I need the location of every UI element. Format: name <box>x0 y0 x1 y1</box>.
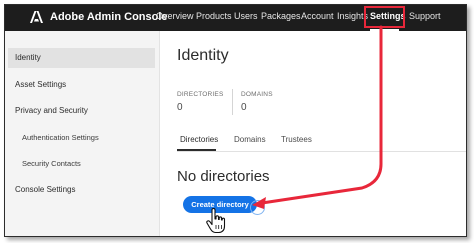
sidebar: Identity Asset Settings Privacy and Secu… <box>5 31 160 236</box>
page-title: Identity <box>177 47 229 64</box>
nav-account[interactable]: Account <box>301 11 334 21</box>
sidebar-item-identity[interactable]: Identity <box>8 48 155 68</box>
sidebar-item-console-settings[interactable]: Console Settings <box>5 185 155 194</box>
settings-highlight-box <box>364 6 405 28</box>
nav-users[interactable]: Users <box>234 11 258 21</box>
sidebar-item-asset-settings[interactable]: Asset Settings <box>5 80 155 89</box>
directories-count-value: 0 <box>177 102 183 113</box>
domains-count-value: 0 <box>241 102 247 113</box>
top-bar: Adobe Admin Console Overview Products Us… <box>5 5 466 31</box>
domains-count-label: DOMAINS <box>241 91 273 98</box>
nav-packages[interactable]: Packages <box>261 11 301 21</box>
nav-products[interactable]: Products <box>196 11 232 21</box>
sidebar-item-privacy-and-security[interactable]: Privacy and Security <box>5 106 155 115</box>
tabs-divider <box>177 151 466 152</box>
tab-directories[interactable]: Directories <box>180 135 218 144</box>
nav-support[interactable]: Support <box>409 11 441 21</box>
hand-cursor-icon <box>206 208 226 234</box>
sidebar-item-authentication-settings[interactable]: Authentication Settings <box>5 133 155 142</box>
nav-overview[interactable]: Overview <box>156 11 194 21</box>
adobe-logo-icon[interactable] <box>30 11 43 23</box>
tab-domains[interactable]: Domains <box>234 135 266 144</box>
empty-state-title: No directories <box>177 168 270 185</box>
tab-trustees[interactable]: Trustees <box>281 135 312 144</box>
directories-count-label: DIRECTORIES <box>177 91 224 98</box>
button-focus-ring <box>250 200 265 215</box>
sidebar-item-security-contacts[interactable]: Security Contacts <box>5 159 155 168</box>
app-title: Adobe Admin Console <box>50 11 168 23</box>
tab-active-indicator <box>177 149 216 151</box>
stat-divider <box>232 89 233 115</box>
